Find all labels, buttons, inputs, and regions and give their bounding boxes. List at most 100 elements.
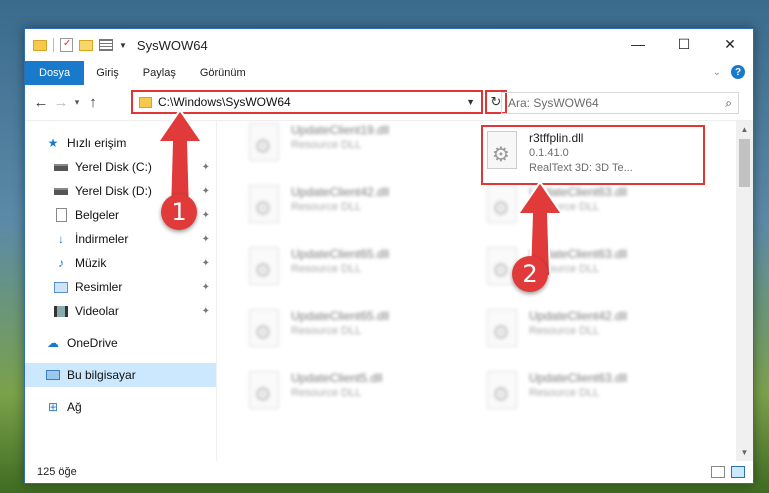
content-area: ★ Hızlı erişim Yerel Disk (C:) ✦ Yerel D…: [25, 121, 753, 461]
file-name: UpdateClient65.dll: [291, 247, 390, 261]
scroll-thumb[interactable]: [739, 139, 750, 187]
help-icon[interactable]: ?: [731, 65, 745, 79]
minimize-button[interactable]: —: [615, 29, 661, 59]
chevron-down-icon[interactable]: ▼: [119, 41, 127, 50]
ribbon-tabs: Dosya Giriş Paylaş Görünüm ⌄ ?: [25, 61, 753, 85]
download-icon: ↓: [58, 232, 64, 246]
sidebar-item-label: Müzik: [75, 256, 107, 270]
tiles-view-icon[interactable]: [731, 466, 745, 478]
sidebar-item-label: Yerel Disk (C:): [75, 160, 152, 174]
sidebar-item-label: Yerel Disk (D:): [75, 184, 152, 198]
tab-home[interactable]: Giriş: [84, 61, 131, 85]
sidebar-item-music[interactable]: ♪ Müzik ✦: [25, 251, 216, 275]
sidebar-item-downloads[interactable]: ↓ İndirmeler ✦: [25, 227, 216, 251]
view-icon[interactable]: [99, 39, 113, 51]
highlighted-file[interactable]: ⚙ r3tffplin.dll 0.1.41.0 RealText 3D: 3D…: [481, 125, 705, 185]
drive-icon: [53, 184, 69, 198]
forward-arrow-icon[interactable]: →: [51, 94, 71, 111]
sidebar-item-label: Bu bilgisayar: [67, 368, 136, 382]
view-switcher: [711, 466, 745, 478]
dll-file-icon: ⚙: [483, 131, 521, 171]
dll-file-icon: ⚙: [483, 309, 521, 349]
sidebar-item-this-pc[interactable]: Bu bilgisayar: [25, 363, 216, 387]
documents-icon: [53, 208, 69, 222]
star-icon: ★: [47, 136, 59, 150]
file-item[interactable]: ⚙ UpdateClient65.dll Resource DLL: [245, 309, 465, 359]
file-type: Resource DLL: [291, 139, 362, 151]
sidebar-item-pictures[interactable]: Resimler ✦: [25, 275, 216, 299]
navigation-bar: ← → ▾ ↑ C:\Windows\SysWOW64 ▼ ↻ Ara: Sys…: [25, 85, 753, 121]
tab-view[interactable]: Görünüm: [188, 61, 258, 85]
properties-icon[interactable]: [60, 38, 73, 52]
folder-icon: [33, 39, 47, 51]
back-arrow-icon[interactable]: ←: [31, 94, 51, 111]
file-type: Resource DLL: [291, 263, 362, 275]
network-icon: ⊞: [47, 400, 59, 414]
pin-icon[interactable]: ✦: [202, 306, 210, 317]
sidebar-item-label: İndirmeler: [75, 232, 129, 246]
drive-icon: [53, 160, 69, 174]
title-bar: ▼ SysWOW64 — ☐ ✕: [25, 29, 753, 61]
address-path[interactable]: C:\Windows\SysWOW64: [158, 95, 466, 109]
file-description: RealText 3D: 3D Te...: [529, 162, 633, 174]
quick-access-toolbar: ▼: [25, 38, 127, 52]
sidebar-item-onedrive[interactable]: ☁ OneDrive: [25, 331, 216, 355]
scroll-up-icon[interactable]: ▲: [736, 121, 753, 138]
sidebar-item-label: Ağ: [67, 400, 82, 414]
window-title: SysWOW64: [136, 37, 208, 53]
file-item[interactable]: ⚙ UpdateClient65.dll Resource DLL: [245, 247, 465, 297]
maximize-button[interactable]: ☐: [661, 29, 707, 59]
pin-icon[interactable]: ✦: [202, 282, 210, 293]
sidebar-item-videos[interactable]: Videolar ✦: [25, 299, 216, 323]
file-name: r3tffplin.dll: [529, 131, 584, 145]
pictures-icon: [53, 280, 69, 294]
sidebar-item-label: OneDrive: [67, 336, 118, 350]
cloud-icon: ☁: [47, 336, 59, 350]
tab-share[interactable]: Paylaş: [131, 61, 188, 85]
file-item[interactable]: ⚙ UpdateClient42.dll Resource DLL: [483, 309, 703, 359]
file-name: UpdateClient5.dll: [291, 371, 383, 385]
chevron-down-icon[interactable]: ▼: [466, 97, 475, 107]
file-name: UpdateClient42.dll: [529, 309, 628, 323]
file-list: ⚙ UpdateClient19.dll Resource DLL ⚙ Updat…: [217, 121, 753, 461]
file-name: UpdateClient19.dll: [291, 123, 390, 137]
file-name: UpdateClient65.dll: [291, 309, 390, 323]
file-item[interactable]: ⚙ UpdateClient42.dll Resource DLL: [245, 185, 465, 235]
file-type: Resource DLL: [291, 387, 362, 399]
file-version: 0.1.41.0: [529, 147, 569, 159]
refresh-icon: ↻: [490, 94, 502, 109]
search-placeholder[interactable]: Ara: SysWOW64: [508, 96, 725, 110]
step-badge-2: 2: [512, 256, 548, 292]
file-type: Resource DLL: [529, 387, 600, 399]
sidebar-item-network[interactable]: ⊞ Ağ: [25, 395, 216, 419]
search-icon[interactable]: ⌕: [725, 96, 732, 111]
file-name: UpdateClient63.dll: [529, 371, 628, 385]
new-folder-icon[interactable]: [79, 39, 93, 51]
video-icon: [53, 304, 69, 318]
sidebar-item-label: Hızlı erişim: [67, 136, 127, 150]
up-arrow-icon[interactable]: ↑: [83, 94, 103, 111]
details-view-icon[interactable]: [711, 466, 725, 478]
sidebar-item-label: Belgeler: [75, 208, 120, 222]
pin-icon[interactable]: ✦: [202, 234, 210, 245]
chevron-down-icon[interactable]: ⌄: [713, 67, 721, 78]
file-item-r3tffplin[interactable]: ⚙ r3tffplin.dll 0.1.41.0 RealText 3D: 3D…: [483, 131, 703, 181]
pin-icon[interactable]: ✦: [202, 258, 210, 269]
search-input[interactable]: Ara: SysWOW64 ⌕: [501, 92, 739, 114]
file-item[interactable]: ⚙ UpdateClient19.dll Resource DLL: [245, 123, 465, 173]
vertical-scrollbar[interactable]: ▲ ▼: [736, 121, 753, 461]
file-type: Resource DLL: [291, 325, 362, 337]
file-item[interactable]: ⚙ UpdateClient5.dll Resource DLL: [245, 371, 465, 421]
file-item[interactable]: ⚙ UpdateClient63.dll Resource DLL: [483, 371, 703, 421]
recent-locations-icon[interactable]: ▾: [71, 97, 83, 108]
dll-file-icon: ⚙: [245, 309, 283, 349]
toolbar-divider: [53, 38, 54, 52]
scroll-down-icon[interactable]: ▼: [736, 444, 753, 461]
status-bar: 125 öğe: [25, 461, 753, 483]
tab-file[interactable]: Dosya: [25, 61, 85, 85]
close-button[interactable]: ✕: [707, 29, 753, 59]
file-type: Resource DLL: [291, 201, 362, 213]
